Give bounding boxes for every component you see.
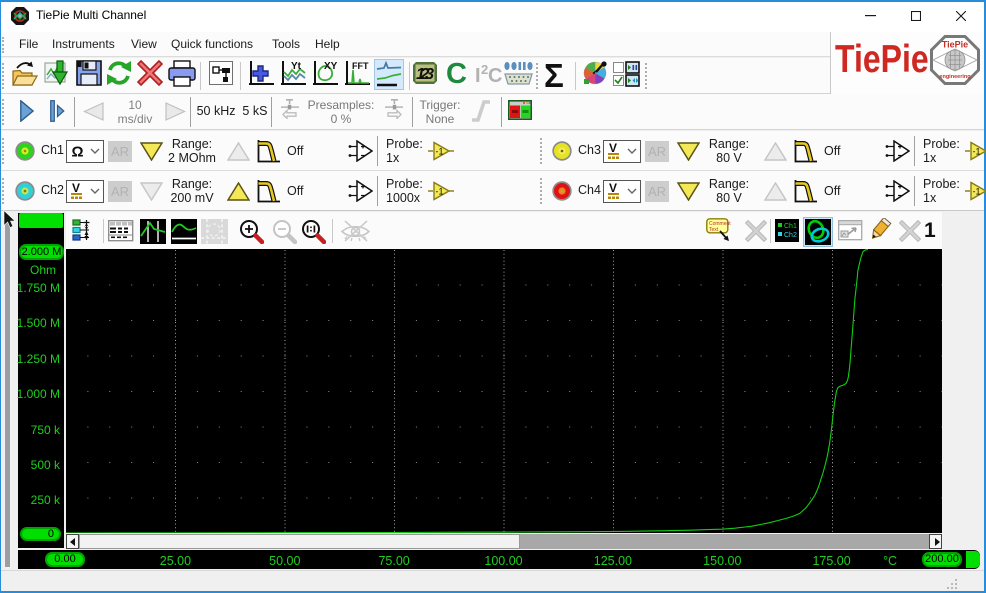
svg-text:Ch1: Ch1 [784, 223, 797, 230]
svg-text:-1: -1 [973, 187, 981, 197]
svg-text:C: C [488, 65, 502, 86]
svg-text:FFT: FFT [352, 61, 369, 71]
svg-text:V: V [72, 181, 80, 195]
svg-text:-1: -1 [436, 187, 444, 197]
svg-text:-1: -1 [973, 147, 981, 157]
svg-text:V: V [609, 141, 617, 155]
svg-text:123: 123 [416, 66, 434, 83]
svg-text:-1: -1 [436, 147, 444, 157]
svg-text:Text: Text [709, 227, 719, 233]
svg-text:I: I [475, 65, 481, 86]
svg-text:TiePie: TiePie [942, 40, 968, 50]
svg-text:Ω: Ω [72, 144, 84, 161]
svg-text:V: V [609, 181, 617, 195]
svg-text:Yt: Yt [291, 61, 302, 72]
svg-text:engineering: engineering [939, 74, 970, 80]
svg-text:XY: XY [324, 61, 338, 72]
svg-text:Ch2: Ch2 [784, 232, 797, 239]
